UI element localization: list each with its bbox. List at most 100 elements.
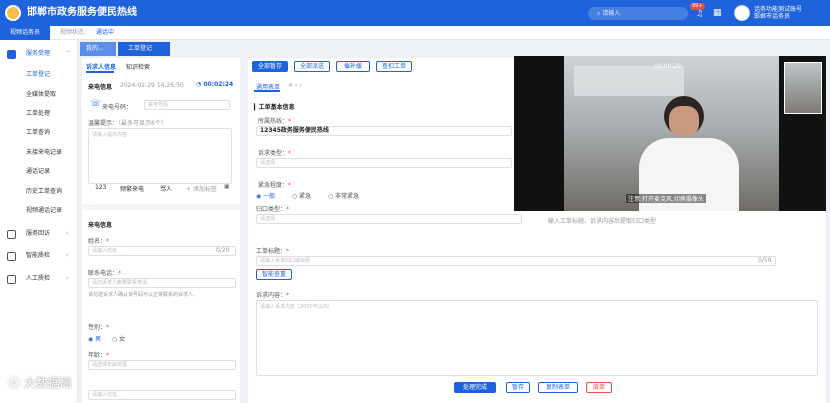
sidebar-item-process[interactable]: 工单处理 xyxy=(26,109,50,119)
title-count: 0/50 xyxy=(758,257,772,264)
urgency-normal-radio[interactable]: ◉ 一般 xyxy=(256,191,275,200)
left-panel: 诉求人信息 知识检索 来电信息 2024-02-29 14:26:50 ◔ 00… xyxy=(82,58,240,403)
query-order-button[interactable]: 查扣工单 xyxy=(376,61,412,72)
subtab-controls[interactable]: ✕ ‹ › xyxy=(288,82,302,89)
tab-caller-info[interactable]: 诉求人信息 xyxy=(86,62,116,71)
category-label: 归口类型：* xyxy=(256,206,290,213)
urgency-critical-radio[interactable]: ○ 非常紧急 xyxy=(328,191,359,200)
save-draft-button[interactable]: 暂存 xyxy=(506,382,530,393)
tab-mine[interactable]: 我的... xyxy=(80,42,116,56)
sidebar-item-missed[interactable]: 未接来电记录 xyxy=(26,148,62,158)
video-person-face xyxy=(669,106,699,136)
user-name[interactable]: 话务功能测试账号 邯郸市话务员 xyxy=(754,6,802,20)
gender-label: 性别：* xyxy=(88,324,110,331)
caller-no-label: 来电号码： xyxy=(102,104,133,111)
search-input[interactable]: ⌕ 请输入 xyxy=(588,7,688,20)
urgency-label: 紧急程度：* xyxy=(258,182,292,189)
urgency-urgent-radio[interactable]: ○ 紧急 xyxy=(292,191,311,200)
tag-icon[interactable]: ▣ xyxy=(224,183,230,190)
sidebar-item-register[interactable]: 工单登记 xyxy=(26,70,50,80)
phone-label: 联系电话：* xyxy=(88,270,122,277)
tab-knowledge[interactable]: 知识检索 xyxy=(126,62,150,71)
content-label: 诉求内容：* xyxy=(256,292,290,299)
line-select[interactable]: 12345政务服务便民热线 xyxy=(256,126,512,136)
call-time: 2024-02-29 14:26:50 xyxy=(120,82,184,89)
phone-input[interactable]: 请向诉求人索要联系电话 xyxy=(88,278,236,288)
male-radio[interactable]: ◉ 男 xyxy=(88,334,101,343)
video-caption: 注意:打开麦克风,切换摄像头 xyxy=(626,194,706,203)
name-input[interactable]: 请输入姓名... xyxy=(88,246,236,256)
hint-textarea[interactable]: 请输入提示内容 xyxy=(88,128,232,184)
tab-register[interactable]: 工单登记 xyxy=(118,42,170,56)
video-call-window[interactable]: 00:00:29 注意:打开麦克风,切换摄像头 xyxy=(514,56,826,211)
chip-123[interactable]: 123 xyxy=(95,184,106,191)
phone-note: 请勾选诉求人确认该号码可以正常联系的诉求人。 xyxy=(88,292,199,298)
save-all-button[interactable]: 全部暂存 xyxy=(252,61,288,72)
video-self-preview[interactable] xyxy=(784,62,822,114)
status-label: 视频状态： xyxy=(60,29,91,36)
video-timer: 00:00:29 xyxy=(654,63,681,70)
urge-button[interactable]: 催补缓 xyxy=(336,61,370,72)
chevron-right-icon: › xyxy=(66,275,69,282)
video-window-light xyxy=(574,66,684,96)
active-tab-indicator xyxy=(86,71,114,73)
caller-section-title: 来电信息 xyxy=(88,222,113,229)
bell-icon[interactable]: ♫ xyxy=(696,9,703,18)
category-select[interactable]: 请选择 xyxy=(256,214,522,224)
chip-frequent[interactable]: 频繁来电 xyxy=(120,184,144,193)
sidebar-item-media[interactable]: 全媒体提取 xyxy=(26,90,56,100)
section-title: ▎工单基本信息 xyxy=(254,104,295,111)
call-info-title: 来电信息 xyxy=(88,84,113,91)
name-count: 0/20 xyxy=(216,247,230,254)
smart-check-button[interactable]: 智能查重 xyxy=(256,269,292,280)
app-header: 邯郸市政务服务便民热线 ⌕ 请输入 99+ ♫ ▦ 话务功能测试账号 邯郸市话务员 xyxy=(0,0,830,26)
copy-form-button[interactable]: 复制表单 xyxy=(538,382,578,393)
age-select[interactable]: 请选择年龄范围 xyxy=(88,360,236,370)
chip-abuse[interactable]: 骂人 xyxy=(160,184,172,193)
sidebar: 服务受理 ⌃ 工单登记 全媒体提取 工单处理 工单查询 未接来电记录 通话记录 历… xyxy=(0,40,78,403)
hint-label: 温馨提示：（最多可显示6个） xyxy=(88,120,167,127)
sidebar-item-video[interactable]: 视频通话记录 xyxy=(26,206,62,216)
complete-button[interactable]: 处理完成 xyxy=(454,382,496,393)
sidebar-group-visit[interactable]: 服务回访 › xyxy=(0,226,78,242)
watermark: ⓔ 大数据局 xyxy=(8,376,72,390)
sidebar-group-quality[interactable]: 智能质检 › xyxy=(0,248,78,264)
quality-icon xyxy=(7,252,16,261)
female-radio[interactable]: ○ 女 xyxy=(112,334,125,343)
logo-icon xyxy=(5,5,21,21)
grid-icon[interactable]: ▦ xyxy=(713,8,722,18)
phone-icon: ☏ xyxy=(90,99,102,109)
chevron-up-icon: ⌃ xyxy=(66,50,72,57)
status-value: 通话中 xyxy=(96,29,115,36)
content-textarea[interactable]: 请输入诉求内容（2000字以内） xyxy=(256,300,818,376)
sidebar-item-query[interactable]: 工单查询 xyxy=(26,128,50,138)
service-icon xyxy=(7,50,16,59)
line-label: 所属热线：* xyxy=(258,118,292,125)
age-label: 年龄：* xyxy=(88,352,110,359)
title-label: 工单标题：* xyxy=(256,248,290,255)
void-button[interactable]: 废单 xyxy=(586,382,612,393)
page-tabs: 我的... 工单登记 xyxy=(78,40,830,56)
status-bar: 视频话务员 视频状态： 通话中 xyxy=(0,26,830,40)
sidebar-group-service[interactable]: 服务受理 ⌃ xyxy=(0,46,78,62)
sidebar-item-history[interactable]: 历史工单查询 xyxy=(26,187,62,197)
watermark-icon: ⓔ xyxy=(8,376,24,390)
avatar[interactable] xyxy=(734,5,750,21)
app-title: 邯郸市政务服务便民热线 xyxy=(27,7,137,18)
search-icon: ⌕ xyxy=(597,10,601,17)
type-label: 诉求类型：* xyxy=(258,150,292,157)
chevron-right-icon: › xyxy=(66,252,69,259)
type-select[interactable]: 请选择 xyxy=(256,158,512,168)
divider xyxy=(82,204,240,210)
dispatch-all-button[interactable]: 全部派送 xyxy=(294,61,330,72)
sidebar-item-calls[interactable]: 通话记录 xyxy=(26,167,50,177)
visit-icon xyxy=(7,230,16,239)
caller-no-input[interactable]: 来电号码 xyxy=(144,100,230,110)
call-duration: ◔ 00:02:24 xyxy=(196,81,234,88)
chevron-right-icon: › xyxy=(66,230,69,237)
title-input[interactable]: 请输入诉求归口或标题 xyxy=(256,256,776,266)
manual-icon xyxy=(7,275,16,284)
address-input[interactable]: 请输入住址... xyxy=(88,390,236,400)
sidebar-group-manual[interactable]: 人工质检 › xyxy=(0,271,78,287)
add-chip-button[interactable]: + 添加标签 xyxy=(186,184,217,193)
